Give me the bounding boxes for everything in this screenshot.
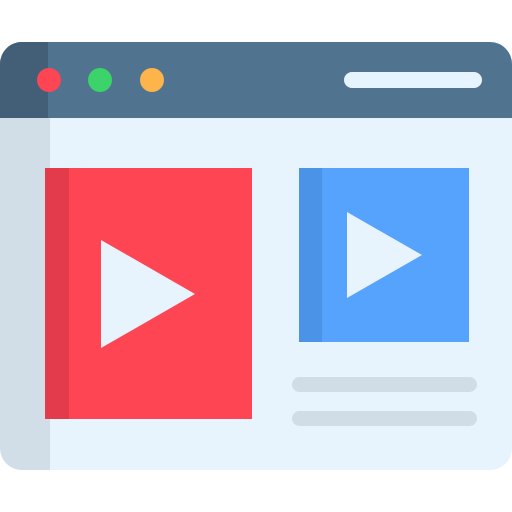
address-bar[interactable]	[344, 72, 482, 88]
close-dot[interactable]	[37, 68, 61, 92]
large-video-player[interactable]	[45, 168, 252, 419]
maximize-dot[interactable]	[140, 68, 164, 92]
minimize-dot[interactable]	[88, 68, 112, 92]
large-player-spine	[45, 168, 69, 419]
small-video-player[interactable]	[299, 168, 469, 342]
small-player-spine	[299, 168, 322, 342]
browser-window-illustration	[0, 42, 512, 470]
text-line	[292, 411, 477, 426]
text-line	[292, 377, 477, 392]
